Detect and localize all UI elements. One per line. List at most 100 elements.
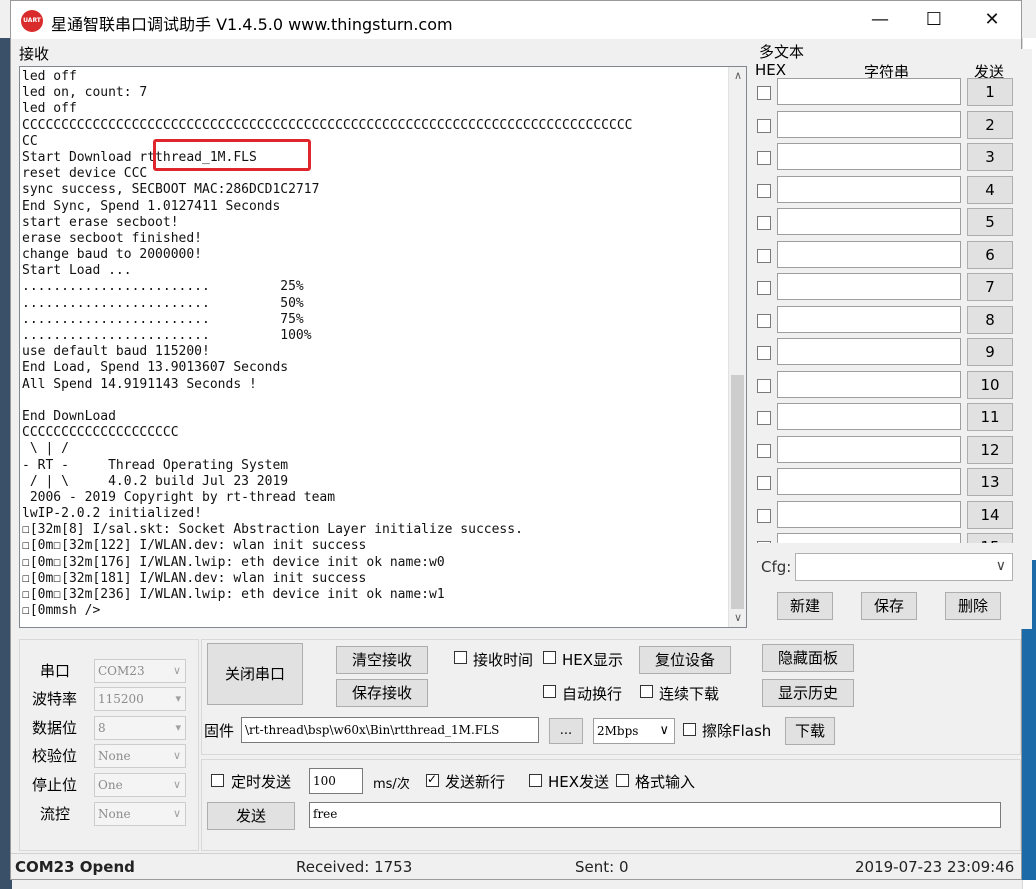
row-string-input[interactable] <box>777 500 961 528</box>
download-button[interactable]: 下载 <box>785 717 835 745</box>
parity-select[interactable]: None ∨ <box>94 744 186 768</box>
row-hex-checkbox[interactable] <box>757 411 771 425</box>
row-hex-checkbox[interactable] <box>757 508 771 523</box>
row-string-input[interactable] <box>777 370 961 398</box>
row-send-button[interactable]: 3 <box>967 143 1013 171</box>
delete-button[interactable]: 删除 <box>945 592 1001 620</box>
stopbits-select[interactable]: One ∨ <box>94 773 186 797</box>
row-string-input[interactable] <box>777 468 961 495</box>
interval-input[interactable]: 100 <box>309 768 363 794</box>
browse-button[interactable]: ... <box>549 718 583 744</box>
row-string-input[interactable] <box>777 403 961 430</box>
receive-line: erase secboot finished! <box>22 230 203 246</box>
row-hex-checkbox[interactable] <box>757 248 771 263</box>
row-hex-checkbox[interactable] <box>757 281 771 295</box>
row-hex-checkbox[interactable] <box>757 151 771 165</box>
row-hex-checkbox[interactable] <box>757 118 771 133</box>
scroll-down-icon[interactable]: ∨ <box>729 609 746 627</box>
row-string-input[interactable] <box>777 143 961 170</box>
hex-send-checkbox[interactable] <box>529 774 542 787</box>
maximize-icon[interactable]: ☐ <box>905 1 963 39</box>
minimize-icon[interactable]: — <box>851 1 909 39</box>
close-icon[interactable]: ✕ <box>963 1 1021 39</box>
interval-unit-label: ms/次 <box>373 777 410 792</box>
chevron-down-icon: ∨ <box>172 749 181 762</box>
row-send-button[interactable]: 14 <box>967 500 1013 529</box>
format-input-checkbox[interactable] <box>616 774 629 787</box>
row-string-input[interactable] <box>777 533 961 543</box>
row-hex-checkbox[interactable] <box>757 378 771 393</box>
row-send-button[interactable]: 12 <box>967 435 1013 464</box>
save-config-button[interactable]: 保存 <box>861 592 917 620</box>
scroll-up-icon[interactable]: ∧ <box>729 67 746 85</box>
continuous-download-label: 连续下载 <box>659 685 720 703</box>
row-string-input[interactable] <box>777 208 961 235</box>
row-hex-checkbox[interactable] <box>757 183 771 198</box>
hide-panel-button[interactable]: 隐藏面板 <box>762 644 854 672</box>
scrollbar-thumb[interactable] <box>731 375 744 609</box>
save-receive-button[interactable]: 保存接收 <box>336 679 428 707</box>
firmware-path-input[interactable]: \rt-thread\bsp\w60x\Bin\rtthread_1M.FLS <box>241 717 539 743</box>
flow-select[interactable]: None ∨ <box>94 802 186 826</box>
speed-select[interactable]: 2Mbps ∨ <box>593 718 675 744</box>
receive-line: CC <box>22 133 38 149</box>
row-send-button[interactable]: 13 <box>967 468 1013 496</box>
multi-text-row: 12 <box>755 435 1017 468</box>
status-bar: COM23 Opend Received: 1753 Sent: 0 2019-… <box>11 853 1021 880</box>
row-send-button[interactable]: 10 <box>967 370 1013 399</box>
databits-select[interactable]: 8 ▾ <box>94 716 186 740</box>
multi-text-row: 7 <box>755 273 1017 305</box>
row-send-button[interactable]: 8 <box>967 305 1013 334</box>
hex-display-checkbox[interactable] <box>543 651 556 664</box>
row-send-button[interactable]: 5 <box>967 208 1013 236</box>
row-string-input[interactable] <box>777 175 961 203</box>
send-button[interactable]: 发送 <box>207 802 295 830</box>
row-send-button[interactable]: 7 <box>967 273 1013 301</box>
row-hex-checkbox[interactable] <box>757 313 771 328</box>
receive-line: ........................ 50% <box>22 295 304 311</box>
row-send-button[interactable]: 4 <box>967 175 1013 204</box>
close-port-button[interactable]: 关闭串口 <box>207 643 303 705</box>
row-hex-checkbox[interactable] <box>757 216 771 230</box>
row-send-button[interactable]: 6 <box>967 240 1013 269</box>
receive-line: ☐[0m☐[32m[181] I/WLAN.dev: wlan init suc… <box>22 570 367 586</box>
row-string-input[interactable] <box>777 435 961 463</box>
reset-device-button[interactable]: 复位设备 <box>639 646 731 674</box>
multi-text-scrollbar[interactable] <box>1014 49 1032 629</box>
cfg-select[interactable]: ∨ <box>795 553 1013 581</box>
row-send-button[interactable]: 15 <box>967 533 1013 543</box>
timed-send-checkbox[interactable] <box>211 774 224 787</box>
port-select[interactable]: COM23 ∨ <box>94 659 186 683</box>
row-string-input[interactable] <box>777 338 961 365</box>
row-string-input[interactable] <box>777 78 961 105</box>
row-hex-checkbox[interactable] <box>757 346 771 360</box>
continuous-download-checkbox[interactable] <box>640 685 653 698</box>
auto-wrap-checkbox[interactable] <box>543 685 556 698</box>
row-hex-checkbox[interactable] <box>757 476 771 490</box>
send-newline-checkbox[interactable] <box>426 772 439 787</box>
erase-flash-checkbox[interactable] <box>683 723 696 736</box>
receive-time-checkbox[interactable] <box>454 651 467 664</box>
row-send-button[interactable]: 2 <box>967 110 1013 139</box>
cfg-label: Cfg: <box>761 558 792 576</box>
multi-text-row: 6 <box>755 240 1017 273</box>
row-string-input[interactable] <box>777 305 961 333</box>
row-string-input[interactable] <box>777 273 961 300</box>
new-button[interactable]: 新建 <box>777 592 833 620</box>
multi-text-row: 11 <box>755 403 1017 435</box>
receive-textarea[interactable]: led off led on, count: 7 led off CCCCCCCCCC… <box>19 66 747 628</box>
row-hex-checkbox[interactable] <box>757 86 771 100</box>
row-send-button[interactable]: 1 <box>967 78 1013 106</box>
show-history-button[interactable]: 显示历史 <box>762 679 854 707</box>
send-text-input[interactable]: free <box>309 802 1001 828</box>
row-string-input[interactable] <box>777 240 961 268</box>
row-hex-checkbox[interactable] <box>757 443 771 458</box>
row-send-button[interactable]: 11 <box>967 403 1013 431</box>
baud-select[interactable]: 115200 ▾ <box>94 687 186 711</box>
receive-scrollbar[interactable]: ∧ ∨ <box>728 67 746 627</box>
sent-count-text: Sent: 0 <box>575 858 629 876</box>
row-send-button[interactable]: 9 <box>967 338 1013 366</box>
row-hex-checkbox[interactable] <box>757 541 771 543</box>
clear-receive-button[interactable]: 清空接收 <box>336 646 428 674</box>
row-string-input[interactable] <box>777 110 961 138</box>
